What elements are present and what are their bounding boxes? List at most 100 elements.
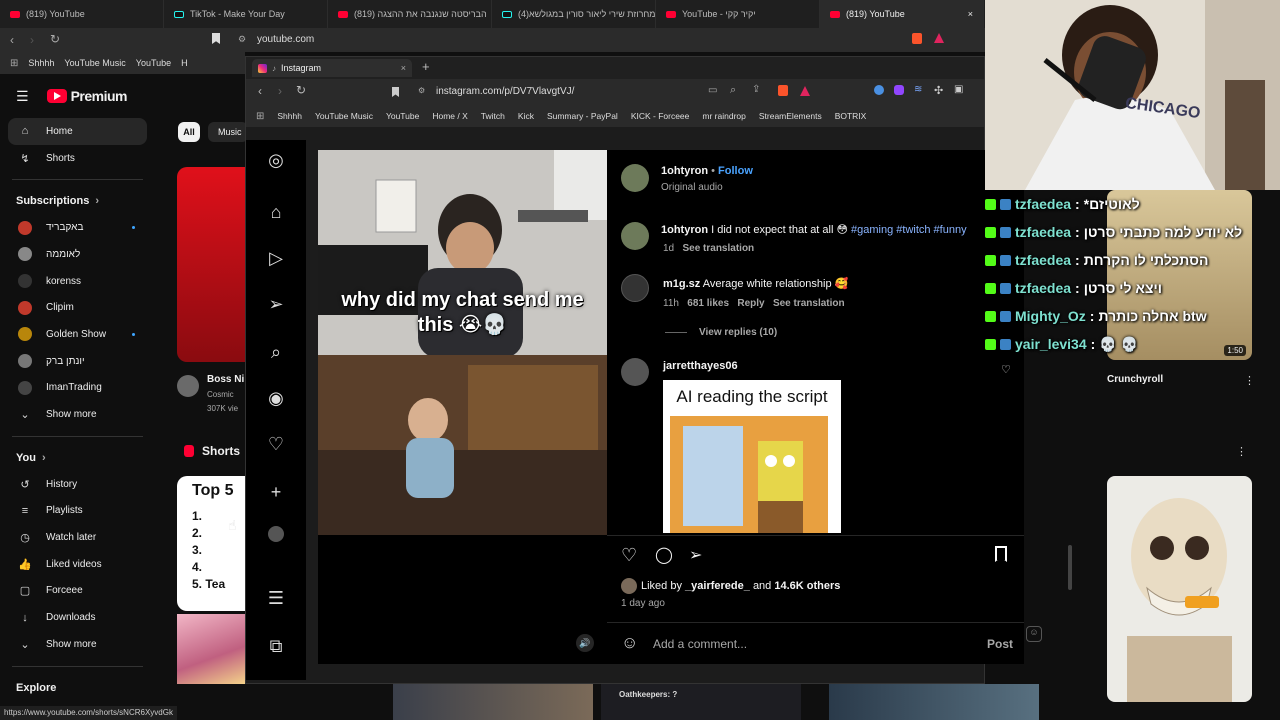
likes-count[interactable]: 14.6K others <box>774 580 840 592</box>
browser-tab[interactable]: TikTok - Make Your Day <box>164 0 328 28</box>
bookmark-icon[interactable] <box>212 33 220 44</box>
channel-avatar[interactable] <box>177 375 199 397</box>
caption-username[interactable]: 1ohtyron <box>661 224 708 236</box>
reload-icon[interactable]: ↻ <box>296 83 306 97</box>
extension-icon[interactable]: ≋ <box>914 84 922 95</box>
install-icon[interactable]: ▭ <box>708 85 717 96</box>
share-icon[interactable]: ⇪ <box>752 84 760 95</box>
you-heading[interactable]: You › <box>0 445 155 471</box>
extensions-puzzle-icon[interactable]: ✣ <box>934 84 943 97</box>
commenter-avatar[interactable] <box>621 358 649 386</box>
sidebar-item[interactable]: Golden Show <box>0 321 155 348</box>
comment-bubble-icon[interactable]: ◯ <box>655 545 673 565</box>
forward-icon[interactable]: › <box>278 84 282 98</box>
apps-grid-icon[interactable]: ⊞ <box>10 58 18 69</box>
browser-tab[interactable]: (819) הבריסטה שנגנבה את ההצגה <box>328 0 492 28</box>
video-thumbnail[interactable] <box>177 167 245 362</box>
home-icon[interactable]: ⌂ <box>264 200 288 224</box>
ig-bookmark[interactable]: mr raindrop <box>702 111 745 121</box>
show-more-you[interactable]: ⌄ Show more <box>0 631 155 658</box>
chat-widget-icon[interactable]: ☺ <box>1026 626 1042 642</box>
outer-bookmark[interactable]: YouTube Music <box>64 58 125 68</box>
outer-url[interactable]: youtube.com <box>257 34 314 45</box>
search-icon[interactable]: ⌕ <box>264 340 288 364</box>
volume-icon[interactable]: 🔊 <box>576 634 594 652</box>
ig-bookmark[interactable]: YouTube Music <box>315 111 373 121</box>
short-thumbnail[interactable] <box>829 684 1039 720</box>
extension-icon[interactable] <box>874 85 884 95</box>
reply-button[interactable]: Reply <box>737 298 764 309</box>
see-translation-link[interactable]: See translation <box>773 298 845 309</box>
caption-hashtags[interactable]: #gaming #twitch #funny <box>851 224 967 236</box>
ig-bookmark[interactable]: YouTube <box>386 111 419 121</box>
brave-rewards-icon[interactable] <box>934 33 944 43</box>
outer-bookmark[interactable]: Shhhh <box>28 58 54 68</box>
reels-icon[interactable]: ▷ <box>264 246 288 270</box>
short-thumbnail-skeleton[interactable] <box>1107 476 1252 702</box>
ig-bookmark[interactable]: Twitch <box>481 111 505 121</box>
chip-music[interactable]: Music <box>208 122 248 142</box>
browser-tab[interactable]: (819) YouTube × <box>820 0 984 28</box>
ig-tab[interactable]: ♪ Instagram × <box>252 59 412 77</box>
sidebar-item[interactable]: ↯ Shorts <box>0 145 155 172</box>
brave-rewards-icon[interactable] <box>800 86 810 96</box>
comments-scrollbar[interactable] <box>1068 545 1072 590</box>
view-replies-button[interactable]: View replies (10) <box>699 327 777 338</box>
caption-avatar[interactable] <box>621 222 649 250</box>
sidebar-item[interactable]: ◷ Watch later <box>0 524 155 551</box>
more-vert-icon[interactable]: ⋮ <box>1236 445 1247 458</box>
outer-bookmark[interactable]: YouTube <box>136 58 171 68</box>
close-tab-icon[interactable]: × <box>968 9 973 19</box>
video-channel-right[interactable]: Crunchyroll <box>1107 374 1163 385</box>
reload-icon[interactable]: ↻ <box>50 32 60 46</box>
share-icon[interactable]: ➢ <box>689 545 702 565</box>
sidebar-item[interactable]: ↺ History <box>0 471 155 498</box>
yt-logo[interactable]: Premium <box>46 88 127 104</box>
comment-gif[interactable]: AI reading the script <box>663 380 841 533</box>
brave-shield-icon[interactable] <box>912 33 922 44</box>
browser-tab[interactable]: (819) YouTube <box>0 0 164 28</box>
sidebar-item[interactable]: יונתן ברק <box>0 348 155 375</box>
site-settings-icon[interactable]: ⚙ <box>418 86 425 95</box>
back-icon[interactable]: ‹ <box>10 33 14 47</box>
author-username[interactable]: 1ohtyron <box>661 165 708 177</box>
short-thumbnail[interactable]: Oathkeepers: ? <box>601 684 801 720</box>
short-thumbnail[interactable] <box>177 614 245 684</box>
audio-label[interactable]: Original audio <box>661 182 723 193</box>
author-avatar[interactable] <box>621 164 649 192</box>
sidebar-item[interactable]: לאוממה <box>0 241 155 268</box>
liked-by-user[interactable]: _yairferede_ <box>685 580 750 592</box>
sidebar-item[interactable]: ≡ Playlists <box>0 498 155 525</box>
menu-icon[interactable]: ☰ <box>16 88 29 105</box>
comment-username[interactable]: jarretthayes06 <box>663 360 738 372</box>
short-card[interactable]: Top 5 1. 2. 3. 4. 5. Tea <box>177 476 245 611</box>
close-tab-icon[interactable]: × <box>401 63 406 73</box>
comment-likes[interactable]: 681 likes <box>687 298 729 309</box>
short-thumbnail[interactable] <box>393 684 593 720</box>
follow-button[interactable]: Follow <box>718 165 753 177</box>
browser-tab[interactable]: (4)מחרוזת שירי ליאור סורין במגולשא <box>492 0 656 28</box>
notifications-heart-icon[interactable]: ♡ <box>264 432 288 456</box>
ig-url[interactable]: instagram.com/p/DV7VlavgtVJ/ <box>436 86 574 97</box>
save-bookmark-icon[interactable] <box>995 546 1007 562</box>
more-vert-icon[interactable]: ⋮ <box>1244 374 1255 387</box>
back-icon[interactable]: ‹ <box>258 84 262 98</box>
ig-bookmark[interactable]: Shhhh <box>277 111 302 121</box>
sidebar-item[interactable]: ↓ Downloads <box>0 604 155 631</box>
profile-avatar[interactable] <box>268 526 284 542</box>
browser-tab[interactable]: YouTube - יקיר קקי <box>656 0 820 28</box>
explore-icon[interactable]: ◉ <box>264 386 288 410</box>
create-icon[interactable]: + <box>264 480 288 504</box>
ig-bookmark[interactable]: Summary - PayPal <box>547 111 618 121</box>
also-from-meta-icon[interactable]: ⧉ <box>264 634 288 658</box>
like-comment-heart-icon[interactable]: ♡ <box>1001 363 1011 376</box>
brave-shield-icon[interactable] <box>778 85 788 96</box>
instagram-logo-icon[interactable]: ◎ <box>264 148 288 172</box>
bookmark-icon[interactable] <box>392 87 399 97</box>
apps-grid-icon[interactable]: ⊞ <box>256 111 264 122</box>
show-more-subs[interactable]: ⌄ Show more <box>0 401 155 428</box>
ig-bookmark[interactable]: Kick <box>518 111 534 121</box>
chip-all[interactable]: All <box>178 122 200 142</box>
zoom-icon[interactable]: ⌕ <box>730 84 736 97</box>
like-heart-icon[interactable]: ♡ <box>621 545 637 566</box>
